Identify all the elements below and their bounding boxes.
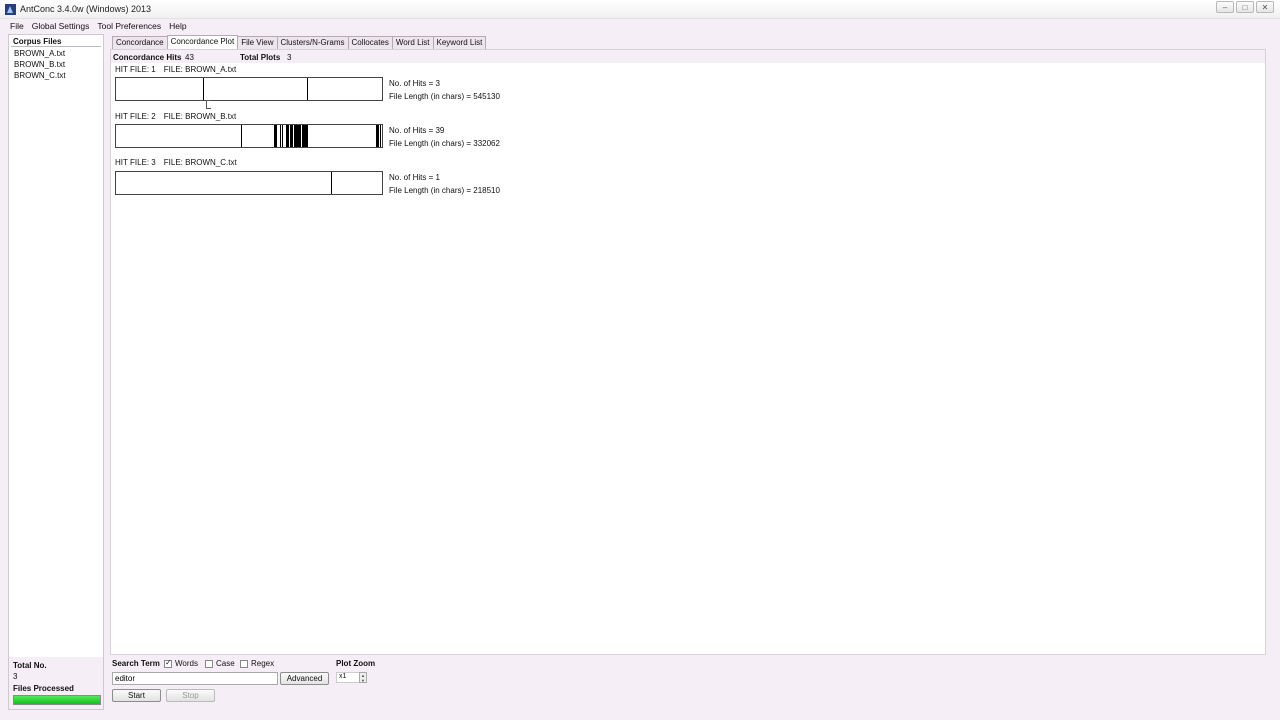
concordance-plot-area[interactable]: Concordance Hits 43 Total Plots 3 HIT FI…: [110, 49, 1266, 655]
hit-file-label: HIT FILE: 1: [115, 65, 156, 74]
text-cursor-icon: [206, 100, 211, 109]
plot-header: HIT FILE: 3 FILE: BROWN_C.txt: [115, 158, 237, 167]
search-controls: Search Term Words Case Regex Advanced St…: [110, 656, 1266, 712]
corpus-file-list[interactable]: BROWN_A.txt BROWN_B.txt BROWN_C.txt: [14, 48, 66, 81]
menu-help[interactable]: Help: [165, 20, 190, 33]
regex-label: Regex: [251, 659, 275, 668]
file-name-label: FILE: BROWN_C.txt: [163, 158, 237, 167]
plot-info: No. of Hits = 1 File Length (in chars) =…: [389, 171, 500, 197]
hit-file-label: HIT FILE: 2: [115, 112, 156, 121]
hits-count: No. of Hits = 3: [389, 79, 440, 88]
corpus-file-item[interactable]: BROWN_C.txt: [14, 70, 66, 81]
hits-count: No. of Hits = 39: [389, 126, 445, 135]
total-plots-label: Total Plots: [240, 53, 281, 62]
files-processed-progress: [13, 695, 101, 705]
hit-marker: [288, 125, 289, 147]
tool-tabs: Concordance Concordance Plot File View C…: [112, 35, 487, 49]
file-name-label: FILE: BROWN_B.txt: [163, 112, 237, 121]
hit-plot[interactable]: [115, 124, 383, 148]
menu-bar: File Global Settings Tool Preferences He…: [0, 20, 1280, 33]
search-term-label: Search Term: [112, 659, 160, 668]
case-checkbox[interactable]: Case: [205, 659, 235, 668]
files-status: Total No. 3 Files Processed: [9, 657, 103, 709]
hit-marker: [331, 172, 332, 194]
total-no-value: 3: [13, 672, 18, 681]
corpus-files-title: Corpus Files: [13, 37, 62, 46]
start-button[interactable]: Start: [112, 689, 161, 702]
plot-header: HIT FILE: 2 FILE: BROWN_B.txt: [115, 112, 236, 121]
menu-tool-preferences[interactable]: Tool Preferences: [93, 20, 165, 33]
corpus-file-item[interactable]: BROWN_A.txt: [14, 48, 66, 59]
words-checkbox[interactable]: Words: [164, 658, 198, 668]
total-no-label: Total No.: [13, 661, 47, 670]
search-input[interactable]: [112, 672, 278, 685]
file-length: File Length (in chars) = 218510: [389, 186, 500, 195]
hit-marker: [298, 125, 299, 147]
hit-plot[interactable]: [115, 171, 383, 195]
app-window: AntConc 3.4.0w (Windows) 2013 – □ ✕ File…: [0, 0, 1280, 720]
plot-info: No. of Hits = 39 File Length (in chars) …: [389, 124, 500, 150]
hit-plot[interactable]: [115, 77, 383, 101]
tab-concordance[interactable]: Concordance: [112, 36, 168, 49]
close-icon[interactable]: ✕: [1256, 1, 1274, 13]
file-length: File Length (in chars) = 545130: [389, 92, 500, 101]
hit-marker: [307, 125, 308, 147]
files-processed-label: Files Processed: [13, 684, 74, 693]
hit-marker: [203, 78, 204, 100]
hit-marker: [378, 125, 379, 147]
plot-zoom-label: Plot Zoom: [336, 659, 376, 668]
words-label: Words: [175, 659, 198, 668]
hit-marker: [241, 125, 242, 147]
hit-marker: [276, 125, 277, 147]
regex-checkbox[interactable]: Regex: [240, 659, 274, 668]
hit-marker: [282, 125, 283, 147]
hit-marker: [307, 78, 308, 100]
tab-concordance-plot[interactable]: Concordance Plot: [166, 35, 239, 49]
checkbox-icon[interactable]: [164, 658, 172, 668]
hit-marker: [280, 125, 281, 147]
file-name-label: FILE: BROWN_A.txt: [163, 65, 237, 74]
hit-file-label: HIT FILE: 3: [115, 158, 156, 167]
corpus-file-item[interactable]: BROWN_B.txt: [14, 59, 66, 70]
menu-global-settings[interactable]: Global Settings: [28, 20, 94, 33]
advanced-button[interactable]: Advanced: [280, 672, 329, 685]
hit-marker: [380, 125, 381, 147]
plot-zoom-value[interactable]: x1: [336, 672, 360, 683]
maximize-icon[interactable]: □: [1236, 1, 1254, 13]
divider: [11, 46, 101, 47]
tab-keyword-list[interactable]: Keyword List: [432, 36, 487, 49]
app-icon: [5, 4, 16, 15]
minimize-icon[interactable]: –: [1216, 1, 1234, 13]
hit-marker: [292, 125, 293, 147]
title-bar: AntConc 3.4.0w (Windows) 2013 – □ ✕: [0, 0, 1280, 19]
total-plots-value: 3: [287, 53, 292, 62]
tab-word-list[interactable]: Word List: [391, 36, 434, 49]
hit-marker: [300, 125, 301, 147]
window-controls: – □ ✕: [1216, 1, 1274, 13]
concordance-hits-value: 43: [185, 53, 194, 62]
concordance-hits-label: Concordance Hits: [113, 53, 182, 62]
tab-clusters-ngrams[interactable]: Clusters/N-Grams: [276, 36, 349, 49]
stop-button[interactable]: Stop: [166, 689, 215, 702]
menu-file[interactable]: File: [6, 20, 28, 33]
plot-info: No. of Hits = 3 File Length (in chars) =…: [389, 77, 500, 103]
tab-collocates[interactable]: Collocates: [347, 36, 393, 49]
checkbox-icon[interactable]: [240, 659, 248, 668]
hit-marker: [299, 125, 300, 147]
right-margin: [1266, 34, 1280, 720]
hit-marker: [302, 125, 303, 147]
progress-fill: [14, 696, 100, 704]
hits-count: No. of Hits = 1: [389, 173, 440, 182]
window-title: AntConc 3.4.0w (Windows) 2013: [20, 4, 152, 14]
summary-bar: Concordance Hits 43 Total Plots 3: [111, 50, 1265, 63]
corpus-files-panel: Corpus Files BROWN_A.txt BROWN_B.txt BRO…: [8, 34, 104, 710]
file-length: File Length (in chars) = 332062: [389, 139, 500, 148]
plot-header: HIT FILE: 1 FILE: BROWN_A.txt: [115, 65, 236, 74]
case-label: Case: [216, 659, 235, 668]
checkbox-icon[interactable]: [205, 659, 213, 668]
spinner-icon[interactable]: ▲ ▼: [359, 672, 367, 683]
tab-file-view[interactable]: File View: [237, 36, 278, 49]
